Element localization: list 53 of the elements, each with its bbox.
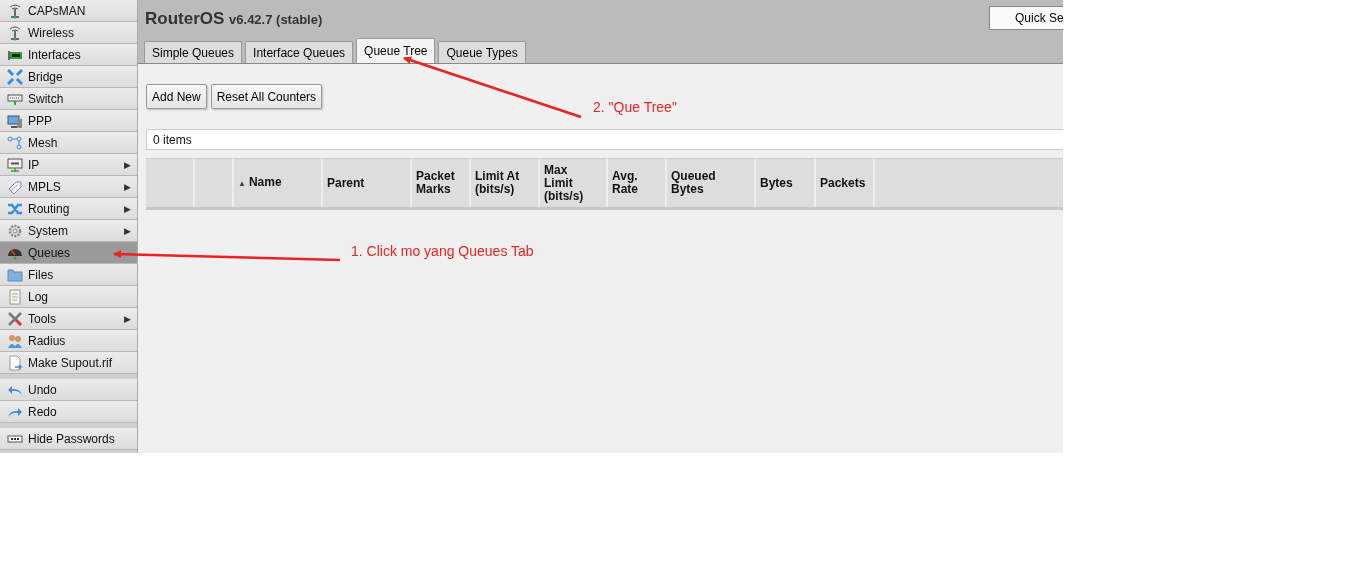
menu-item[interactable]: PPP <box>0 110 137 132</box>
column-header[interactable]: Parent <box>323 159 412 207</box>
document-icon <box>7 288 23 305</box>
annotation-text: 1. Click mo yang Queues Tab <box>351 243 534 259</box>
nodes-icon <box>7 134 23 151</box>
column-header[interactable]: Packets <box>816 159 875 207</box>
menu-item[interactable]: Queues <box>0 242 137 264</box>
tab[interactable]: Interface Queues <box>245 41 354 63</box>
app-title: RouterOS v6.42.7 (stable) <box>145 8 323 29</box>
folder-icon <box>7 266 23 283</box>
tab[interactable]: Queue Tree <box>356 38 436 63</box>
menu-item[interactable]: Interfaces <box>0 44 137 66</box>
tab[interactable]: Queue Types <box>438 41 526 63</box>
menu-item[interactable]: Log <box>0 286 137 308</box>
menu-item[interactable]: Files <box>0 264 137 286</box>
menu-item[interactable]: MPLS ▶ <box>0 176 137 198</box>
column-header[interactable]: Max Limit (bits/s) <box>540 159 608 207</box>
menu-item[interactable]: Redo <box>0 401 137 423</box>
column-header[interactable]: Bytes <box>756 159 816 207</box>
menu-item[interactable]: IP ▶ <box>0 154 137 176</box>
item-count-bar: 0 items <box>146 129 1063 150</box>
gear-icon <box>7 222 23 239</box>
menu-item[interactable]: Wireless <box>0 22 137 44</box>
toolbar-button[interactable]: Reset All Counters <box>210 84 323 109</box>
menu-item[interactable]: Bridge <box>0 66 137 88</box>
menu-item[interactable]: System ▶ <box>0 220 137 242</box>
menu-item[interactable]: Routing ▶ <box>0 198 137 220</box>
antenna-icon <box>7 24 23 41</box>
people-icon <box>7 332 23 349</box>
column-header[interactable]: Queued Bytes <box>667 159 756 207</box>
menu-item[interactable]: Make Supout.rif <box>0 352 137 374</box>
menu-item[interactable]: Switch <box>0 88 137 110</box>
toolbar-button[interactable]: Add New <box>146 84 207 109</box>
monitor-icon <box>7 112 23 129</box>
menu-item[interactable]: Tools ▶ <box>0 308 137 330</box>
arrows-icon <box>7 68 23 85</box>
menu-item[interactable]: Mesh <box>0 132 137 154</box>
quick-set-button[interactable]: Quick Se <box>989 5 1063 30</box>
column-header[interactable]: Avg. Rate <box>608 159 667 207</box>
annotation-text: 2. "Que Tree" <box>593 99 677 115</box>
column-header[interactable]: ▲ Name <box>234 159 323 207</box>
document-icon <box>7 354 23 371</box>
menu-item[interactable]: Hide Passwords <box>0 428 137 450</box>
column-header[interactable]: Packet Marks <box>412 159 471 207</box>
menu-item[interactable]: CAPsMAN <box>0 0 137 22</box>
wrench-icon <box>7 310 23 327</box>
ip-box-icon <box>7 156 23 173</box>
antenna-icon <box>7 2 23 19</box>
tags-icon <box>7 178 23 195</box>
menu-item[interactable]: Radius <box>0 330 137 352</box>
column-header[interactable]: Limit At (bits/s) <box>471 159 540 207</box>
tab[interactable]: Simple Queues <box>144 41 243 63</box>
menu-item[interactable]: Undo <box>0 379 137 401</box>
